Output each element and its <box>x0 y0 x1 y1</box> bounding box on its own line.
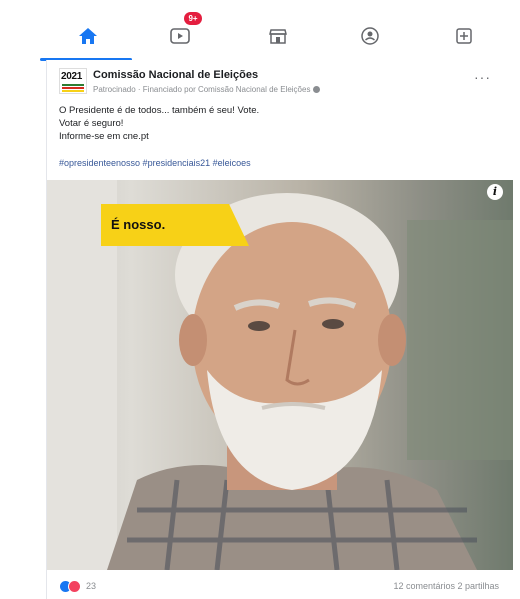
page-name[interactable]: Comissão Nacional de Eleições <box>93 69 258 81</box>
page-avatar[interactable]: 2021 <box>59 68 87 94</box>
logo-year: 2021 <box>61 71 83 82</box>
logo-stripe-red <box>62 87 84 89</box>
menu-icon <box>456 28 472 44</box>
tab-home[interactable] <box>70 18 106 54</box>
sponsored-label: Patrocinado · Financiado por Comissão Na… <box>93 85 321 94</box>
post-body: O Presidente é de todos... também é seu!… <box>59 104 499 143</box>
notification-badge: 9+ <box>184 12 202 25</box>
tab-groups[interactable] <box>352 18 388 54</box>
sponsored-post: 2021 Comissão Nacional de Eleições Patro… <box>46 60 513 599</box>
comments-shares-count[interactable]: 12 comentários 2 partilhas <box>393 581 499 591</box>
info-icon[interactable]: i <box>487 184 503 200</box>
groups-icon <box>361 27 379 45</box>
reaction-count[interactable]: 23 <box>86 581 96 591</box>
home-icon <box>79 28 97 44</box>
marketplace-icon <box>269 29 287 44</box>
globe-icon <box>313 86 321 93</box>
video-icon <box>170 28 190 44</box>
campaign-tag: É nosso. <box>101 204 249 246</box>
top-navigation: 9+ <box>0 0 520 62</box>
logo-stripe-yellow <box>62 90 84 92</box>
post-footer: 23 12 comentários 2 partilhas <box>59 578 499 596</box>
post-line: Votar é seguro! <box>59 118 124 129</box>
tab-marketplace[interactable] <box>260 18 296 54</box>
love-reaction-icon <box>68 580 81 593</box>
tab-menu[interactable] <box>446 18 482 54</box>
post-line[interactable]: Informe-se em cne.pt <box>59 130 499 143</box>
sponsored-text: Patrocinado · Financiado por Comissão Na… <box>93 85 311 94</box>
tab-watch[interactable]: 9+ <box>162 12 202 54</box>
post-line: O Presidente é de todos... também é seu!… <box>59 105 260 116</box>
ad-image[interactable]: É nosso. i <box>47 180 513 570</box>
logo-stripe-green <box>62 84 84 86</box>
post-header: 2021 Comissão Nacional de Eleições Patro… <box>59 68 499 98</box>
campaign-tag-text: É nosso. <box>111 217 166 232</box>
more-options-icon[interactable]: ··· <box>474 70 491 84</box>
post-hashtags[interactable]: #opresidenteenosso #presidenciais21 #ele… <box>59 158 251 168</box>
